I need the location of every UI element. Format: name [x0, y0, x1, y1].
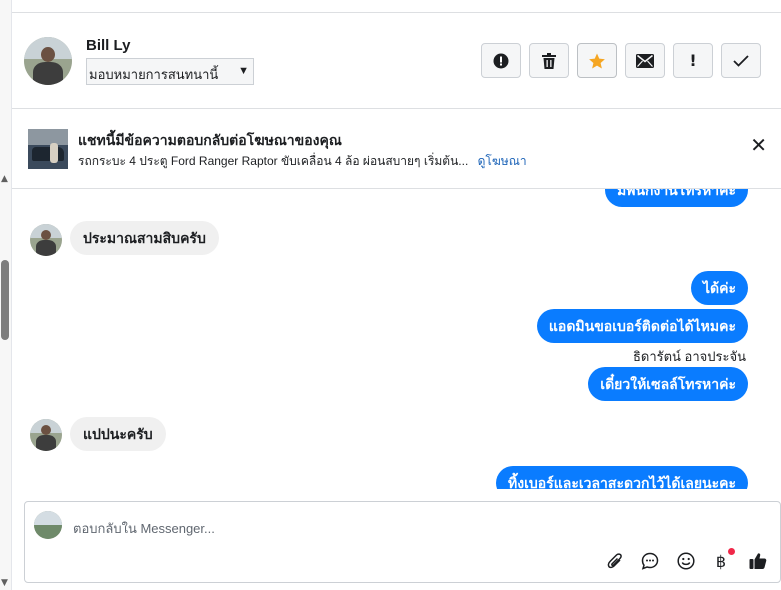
mark-unread-button[interactable]	[625, 43, 665, 78]
ad-thumbnail[interactable]	[28, 129, 68, 169]
envelope-icon	[636, 53, 654, 68]
scroll-down-arrow-icon[interactable]: ▼	[1, 578, 8, 588]
star-button[interactable]	[577, 43, 617, 78]
attach-button[interactable]	[604, 550, 626, 572]
like-button[interactable]	[747, 550, 769, 572]
reply-input[interactable]	[73, 518, 593, 538]
check-icon	[733, 54, 749, 67]
scrollbar-thumb[interactable]	[1, 260, 9, 340]
outgoing-message[interactable]: ได้ค่ะ	[690, 271, 748, 305]
thumbs-up-icon	[749, 553, 767, 569]
follow-up-button[interactable]: !	[673, 43, 713, 78]
conversation-header: Bill Ly มอบหมายการสนทนานี้ ▼ !	[12, 13, 781, 109]
sender-name: ธิดารัตน์ อาจประจัน	[632, 349, 746, 364]
emoji-button[interactable]	[675, 550, 697, 572]
view-ad-link[interactable]: ดูโฆษณา	[478, 154, 527, 168]
assign-conversation-dropdown[interactable]: มอบหมายการสนทนานี้ ▼	[86, 58, 254, 85]
incoming-message[interactable]: แปปนะครับ	[70, 417, 166, 451]
message-thread[interactable]: มีพนักงานโทรหาค่ะ ประมาณสามสิบครับ ได้ค่…	[12, 189, 781, 489]
vertical-scrollbar[interactable]: ▲ ▼	[0, 0, 12, 590]
baht-icon: ฿	[715, 551, 727, 571]
contact-avatar-small[interactable]	[30, 419, 62, 451]
trash-icon	[542, 52, 556, 69]
contact-name[interactable]: Bill Ly	[86, 37, 130, 54]
outgoing-message[interactable]: มีพนักงานโทรหาค่ะ	[604, 189, 748, 207]
close-icon[interactable]: ✕	[750, 135, 767, 155]
reply-composer: ฿	[24, 501, 781, 583]
page-avatar	[34, 511, 62, 539]
outgoing-message[interactable]: เดี๋ยวให้เซลล์โทรหาค่ะ	[588, 367, 748, 401]
notification-dot	[728, 548, 735, 555]
saved-replies-button[interactable]	[639, 550, 661, 572]
banner-title: แชทนี้มีข้อความตอบกลับต่อโฆษณาของคุณ	[78, 132, 342, 148]
outgoing-message[interactable]: ทิ้งเบอร์และเวลาสะดวกไว้ได้เลยนะคะ	[496, 466, 748, 489]
alert-circle-icon	[493, 53, 509, 68]
contact-avatar-small[interactable]	[30, 224, 62, 256]
ad-description: รถกระบะ 4 ประตู Ford Ranger Raptor ขับเค…	[78, 154, 469, 168]
scroll-up-arrow-icon[interactable]: ▲	[1, 174, 8, 184]
contact-avatar[interactable]	[24, 37, 72, 85]
assign-conversation-label: มอบหมายการสนทนานี้	[89, 67, 219, 82]
ad-reply-banner: แชทนี้มีข้อความตอบกลับต่อโฆษณาของคุณ รถก…	[12, 109, 781, 189]
mark-done-button[interactable]	[721, 43, 761, 78]
chat-bubble-icon	[641, 552, 659, 570]
exclamation-icon: !	[689, 51, 697, 70]
emoji-icon	[677, 552, 695, 570]
caret-down-icon: ▼	[238, 65, 249, 77]
star-icon	[589, 53, 605, 68]
payment-button[interactable]: ฿	[710, 548, 735, 572]
outgoing-message[interactable]: แอดมินขอเบอร์ติดต่อได้ไหมคะ	[536, 309, 748, 343]
incoming-message[interactable]: ประมาณสามสิบครับ	[70, 221, 219, 255]
delete-button[interactable]	[529, 43, 569, 78]
banner-subtitle: รถกระบะ 4 ประตู Ford Ranger Raptor ขับเค…	[78, 152, 527, 171]
mark-spam-button[interactable]	[481, 43, 521, 78]
paperclip-icon	[607, 553, 622, 569]
